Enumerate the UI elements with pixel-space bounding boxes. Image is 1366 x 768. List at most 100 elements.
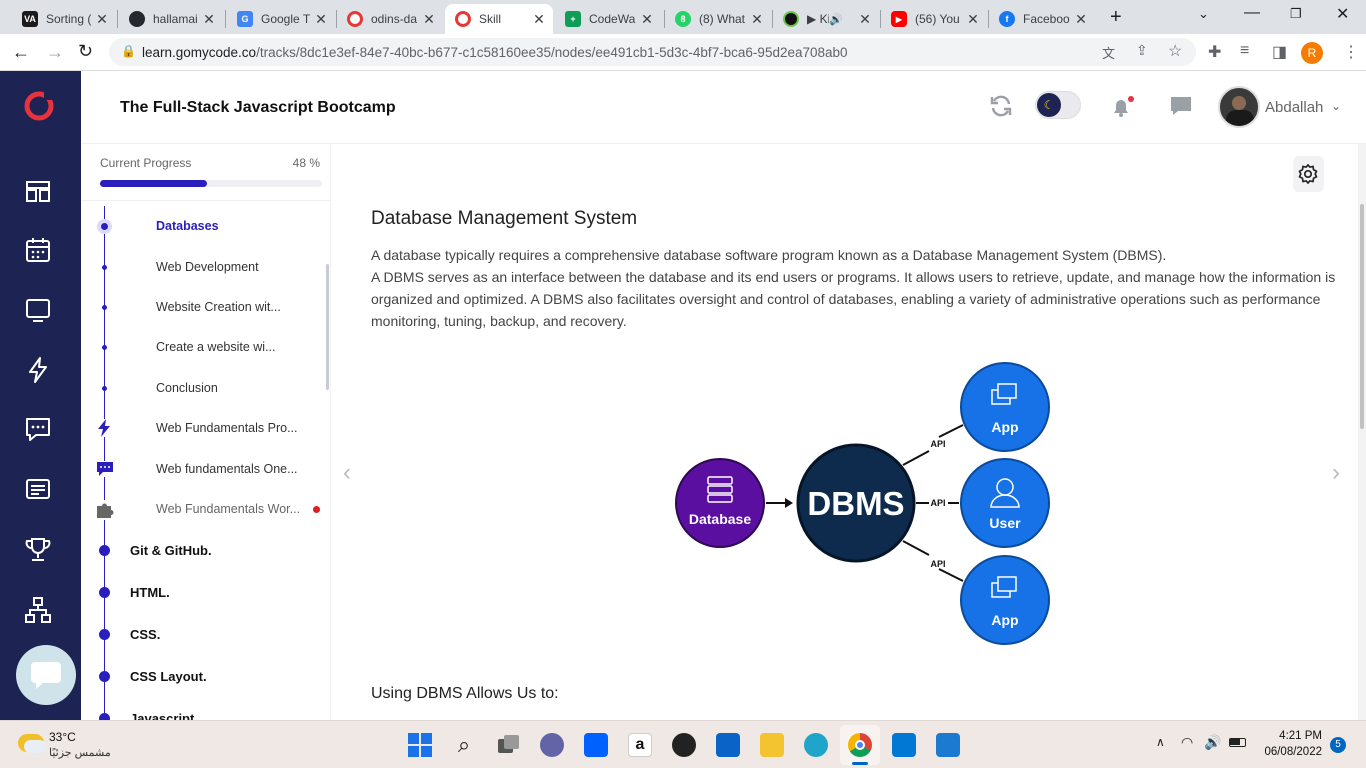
gomycode-logo[interactable] bbox=[22, 88, 56, 122]
dark-mode-toggle[interactable]: ☾ bbox=[1035, 91, 1081, 119]
outline-item-workshop[interactable]: Web Fundamentals Wor... bbox=[81, 494, 330, 524]
outline-section[interactable]: Git & GitHub. bbox=[81, 535, 330, 565]
search-icon[interactable]: ⌕ bbox=[452, 733, 476, 757]
tracks-icon[interactable] bbox=[24, 177, 52, 205]
browser-tab[interactable]: + CodeWa ✕ bbox=[555, 4, 661, 34]
tab-search-chevron-icon[interactable]: ⌄ bbox=[1198, 6, 1209, 22]
outline-item-one-on-one[interactable]: Web fundamentals One... bbox=[81, 454, 330, 484]
notification-bell-icon[interactable] bbox=[1109, 94, 1135, 120]
close-tab-icon[interactable]: ✕ bbox=[421, 11, 437, 28]
profile-avatar[interactable]: R bbox=[1301, 42, 1323, 64]
page-scrollbar-thumb[interactable] bbox=[1360, 204, 1364, 429]
outline-section[interactable]: HTML. bbox=[81, 577, 330, 607]
outline-scrollbar[interactable] bbox=[326, 264, 329, 390]
app-icon[interactable] bbox=[672, 733, 696, 757]
outline-item[interactable]: Conclusion bbox=[81, 373, 330, 403]
clock-date[interactable]: 06/08/2022 bbox=[1258, 746, 1322, 758]
browser-tab[interactable]: G Google T ✕ bbox=[227, 4, 335, 34]
new-tab-button[interactable]: + bbox=[1110, 6, 1122, 29]
close-tab-icon[interactable]: ✕ bbox=[857, 11, 873, 28]
previous-chevron-icon[interactable]: ‹ bbox=[343, 459, 351, 487]
settings-button[interactable] bbox=[1293, 156, 1324, 192]
close-tab-icon[interactable]: ✕ bbox=[749, 11, 765, 28]
media-control-icon[interactable]: ≡ bbox=[1240, 42, 1249, 60]
browser-tab-active[interactable]: Skill ✕ bbox=[445, 4, 553, 34]
edge-icon[interactable] bbox=[804, 733, 828, 757]
mail-icon[interactable] bbox=[716, 733, 740, 757]
browser-tab[interactable]: hallamai ✕ bbox=[119, 4, 223, 34]
close-tab-icon[interactable]: ✕ bbox=[1073, 11, 1089, 28]
browser-tab[interactable]: ▶ Ki 🔊 ✕ bbox=[773, 4, 879, 34]
outline-section[interactable]: CSS Layout. bbox=[81, 661, 330, 691]
sheets-icon: + bbox=[565, 11, 581, 27]
messages-icon[interactable] bbox=[1169, 94, 1193, 118]
wifi-icon[interactable]: ◠ bbox=[1181, 734, 1193, 751]
outline-section[interactable]: CSS. bbox=[81, 619, 330, 649]
vscode-icon[interactable] bbox=[892, 733, 916, 757]
lock-icon[interactable]: 🔒 bbox=[121, 44, 136, 58]
lightning-icon[interactable] bbox=[24, 356, 52, 384]
outline-item-project[interactable]: Web Fundamentals Pro... bbox=[81, 413, 330, 443]
address-bar[interactable]: 🔒 learn.gomycode.co/tracks/8dc1e3ef-84e7… bbox=[109, 38, 1196, 66]
close-tab-icon[interactable]: ✕ bbox=[965, 11, 981, 28]
outline-item[interactable]: Create a website wi... bbox=[81, 332, 330, 362]
clock-time[interactable]: 4:21 PM bbox=[1268, 730, 1322, 742]
battery-icon[interactable] bbox=[1229, 738, 1246, 747]
chrome-taskbar-active[interactable] bbox=[840, 725, 880, 765]
user-menu-chevron-icon[interactable]: ⌄ bbox=[1331, 99, 1341, 113]
task-view-icon[interactable] bbox=[496, 733, 520, 757]
outline-item[interactable]: Website Creation wit... bbox=[81, 292, 330, 322]
close-tab-icon[interactable]: ✕ bbox=[201, 11, 217, 28]
teams-chat-icon[interactable] bbox=[540, 733, 564, 757]
youtube-icon: ▶ bbox=[891, 11, 907, 27]
user-name[interactable]: Abdallah bbox=[1265, 99, 1323, 116]
amazon-icon[interactable]: a bbox=[628, 733, 652, 757]
share-icon[interactable]: ⇪ bbox=[1136, 42, 1148, 59]
calendar-icon[interactable] bbox=[24, 236, 52, 264]
main-nav-rail bbox=[0, 71, 81, 720]
news-icon[interactable] bbox=[24, 475, 52, 503]
outline-item[interactable]: Web Development bbox=[81, 252, 330, 282]
outline-item-databases[interactable]: Databases bbox=[81, 211, 330, 241]
browser-menu-icon[interactable]: ⋮ bbox=[1343, 42, 1359, 62]
weather-icon[interactable] bbox=[18, 734, 46, 753]
restore-button[interactable]: ❐ bbox=[1290, 6, 1302, 22]
browser-tab[interactable]: VA Sorting ( ✕ bbox=[12, 4, 116, 34]
laptop-icon[interactable] bbox=[24, 296, 52, 324]
sync-icon[interactable] bbox=[989, 94, 1013, 118]
browser-tab[interactable]: odins-da ✕ bbox=[337, 4, 443, 34]
support-chat-button[interactable] bbox=[16, 645, 76, 705]
side-panel-icon[interactable]: ◨ bbox=[1272, 42, 1287, 62]
close-tab-icon[interactable]: ✕ bbox=[531, 11, 547, 28]
chat-icon[interactable] bbox=[24, 415, 52, 443]
hierarchy-icon[interactable] bbox=[24, 596, 52, 624]
page-scrollbar[interactable] bbox=[1358, 144, 1366, 720]
browser-tab[interactable]: ▶ (56) You ✕ bbox=[881, 4, 987, 34]
bookmark-star-icon[interactable]: ☆ bbox=[1168, 41, 1182, 61]
volume-icon[interactable]: 🔊 bbox=[1204, 734, 1221, 751]
minimize-button[interactable]: — bbox=[1244, 4, 1260, 22]
close-window-button[interactable]: ✕ bbox=[1336, 4, 1349, 24]
start-icon[interactable] bbox=[408, 733, 432, 757]
facebook-icon: f bbox=[999, 11, 1015, 27]
next-chevron-icon[interactable]: › bbox=[1332, 459, 1340, 487]
close-tab-icon[interactable]: ✕ bbox=[94, 11, 110, 28]
dropbox-icon[interactable] bbox=[584, 733, 608, 757]
back-icon[interactable]: ← bbox=[12, 42, 30, 63]
browser-tab[interactable]: 8 (8) What ✕ bbox=[665, 4, 771, 34]
reload-icon[interactable]: ↻ bbox=[78, 41, 93, 62]
user-avatar[interactable] bbox=[1218, 86, 1260, 128]
close-tab-icon[interactable]: ✕ bbox=[313, 11, 329, 28]
translate-icon[interactable]: 文 bbox=[1102, 43, 1115, 62]
close-tab-icon[interactable]: ✕ bbox=[639, 11, 655, 28]
outline-section[interactable]: Javascript bbox=[81, 703, 330, 720]
extensions-icon[interactable]: ✚ bbox=[1208, 42, 1221, 62]
tray-chevron-icon[interactable]: ∧ bbox=[1156, 735, 1165, 749]
photos-icon[interactable] bbox=[936, 733, 960, 757]
forward-icon[interactable]: → bbox=[46, 42, 64, 63]
notification-badge[interactable]: 5 bbox=[1330, 737, 1346, 753]
url-text[interactable]: learn.gomycode.co/tracks/8dc1e3ef-84e7-4… bbox=[142, 45, 848, 60]
trophy-icon[interactable] bbox=[24, 536, 52, 564]
file-explorer-icon[interactable] bbox=[760, 733, 784, 757]
browser-tab[interactable]: f Faceboo ✕ bbox=[989, 4, 1095, 34]
